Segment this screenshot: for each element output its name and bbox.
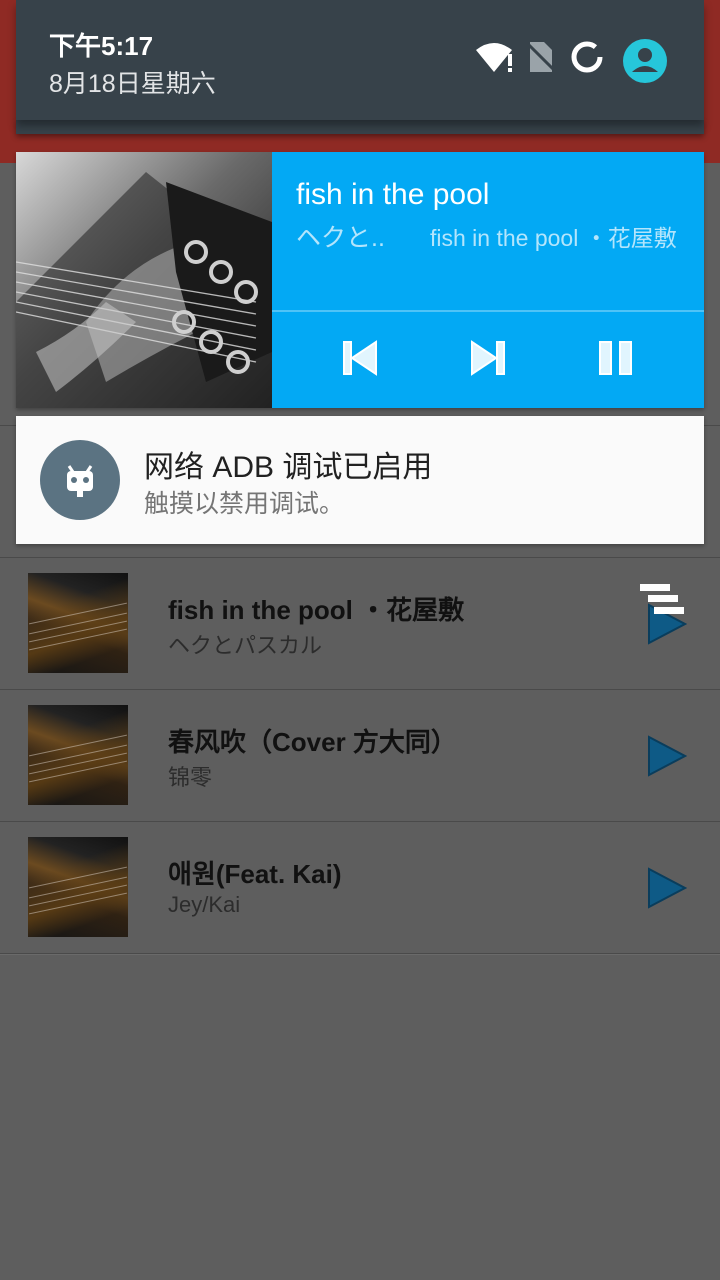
pause-icon[interactable]: [596, 338, 636, 378]
song-row[interactable]: fish in the pool ・花屋敷 ヘクとパスカル: [0, 558, 720, 690]
song-artist: ヘクとパスカル: [168, 633, 323, 658]
clock: 下午5:17: [49, 31, 154, 61]
notification-text: 触摸以禁用调试。: [144, 490, 345, 518]
media-notification[interactable]: fish in the pool ヘクと.. fish in the pool …: [16, 152, 704, 408]
user-account-icon[interactable]: [622, 38, 668, 84]
media-album: fish in the pool ・花屋敷: [430, 225, 677, 251]
song-title: 春风吹（Cover 方大同）: [168, 727, 457, 757]
album-thumbnail: [28, 573, 128, 673]
song-row[interactable]: 애원(Feat. Kai) Jey/Kai: [0, 822, 720, 954]
song-title: fish in the pool ・花屋敷: [168, 595, 465, 625]
media-title: fish in the pool: [296, 178, 490, 211]
adb-notification[interactable]: 网络 ADB 调试已启用 触摸以禁用调试。: [16, 416, 704, 544]
android-debug-icon: [40, 440, 120, 520]
album-thumbnail: [28, 705, 128, 805]
song-artist: 锦零: [168, 765, 213, 790]
song-artist: Jey/Kai: [168, 892, 241, 917]
queue-menu-icon[interactable]: [638, 582, 686, 618]
play-icon[interactable]: [645, 867, 687, 909]
wifi-no-internet-icon: [476, 43, 512, 72]
date[interactable]: 8月18日星期六: [49, 64, 216, 100]
data-saver-icon: [571, 41, 603, 73]
no-sim-icon: [528, 42, 554, 72]
quick-settings-header[interactable]: 下午5:17 8月18日星期六: [16, 0, 704, 120]
divider: [272, 310, 704, 312]
notification-title: 网络 ADB 调试已启用: [144, 451, 433, 484]
play-icon[interactable]: [645, 735, 687, 777]
song-title: 애원(Feat. Kai): [168, 859, 342, 889]
skip-next-icon[interactable]: [468, 338, 508, 378]
album-art: [16, 152, 272, 408]
media-artist: ヘクと..: [296, 224, 385, 252]
skip-previous-icon[interactable]: [340, 338, 380, 378]
album-thumbnail: [28, 837, 128, 937]
song-row[interactable]: 春风吹（Cover 方大同） 锦零: [0, 690, 720, 822]
